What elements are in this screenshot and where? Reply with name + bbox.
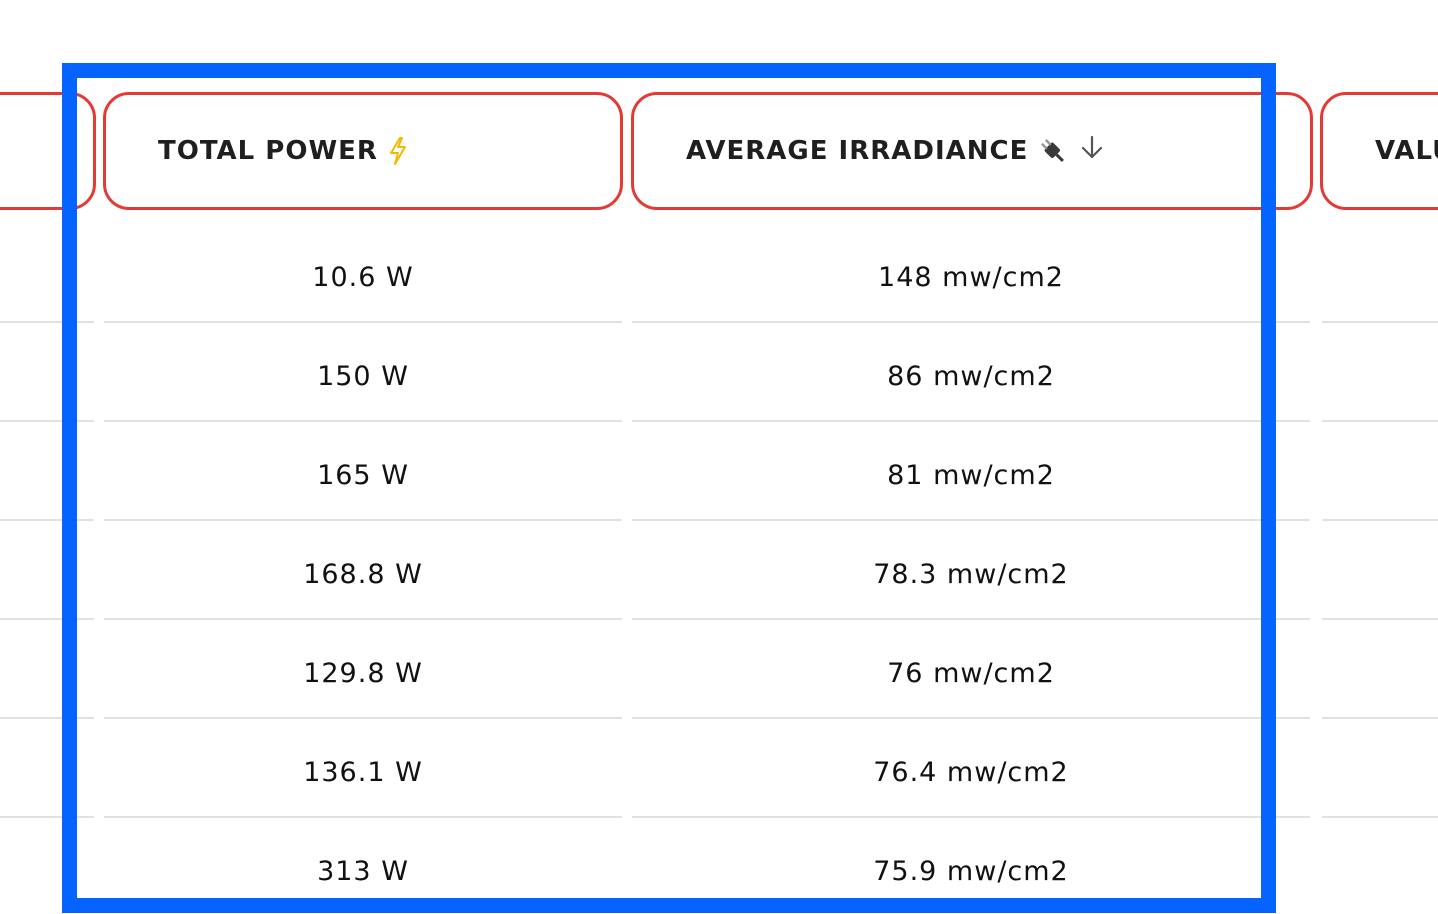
row-divider — [0, 321, 94, 323]
row-divider — [1322, 420, 1438, 422]
row-divider — [1322, 321, 1438, 323]
row-divider — [0, 816, 94, 818]
column-header-total-power[interactable]: TOTAL POWER — [103, 92, 623, 210]
cell-total-power: 168.8 W — [303, 559, 423, 590]
lightning-bolt-icon — [388, 137, 408, 165]
column-header-average-irradiance[interactable]: AVERAGE IRRADIANCE — [631, 92, 1313, 210]
cell-average-irradiance: 76.4 mw/cm2 — [873, 757, 1069, 788]
arrow-down-icon[interactable] — [1080, 135, 1104, 161]
cell-total-power: 165 W — [317, 460, 409, 491]
row-divider — [104, 519, 622, 521]
column-header-value[interactable]: VALU — [1320, 92, 1438, 210]
row-divider — [632, 816, 1310, 818]
row-divider — [0, 717, 94, 719]
column-header-previous[interactable] — [0, 92, 96, 210]
row-divider — [0, 420, 94, 422]
row-divider — [1322, 618, 1438, 620]
row-divider — [1322, 816, 1438, 818]
electric-plug-icon — [1038, 136, 1068, 166]
row-divider — [0, 618, 94, 620]
cell-total-power: 136.1 W — [303, 757, 423, 788]
cell-average-irradiance: 78.3 mw/cm2 — [873, 559, 1069, 590]
cell-average-irradiance: 75.9 mw/cm2 — [873, 856, 1069, 887]
column-header-total-power-label: TOTAL POWER — [158, 136, 378, 166]
row-divider — [632, 618, 1310, 620]
cell-total-power: 313 W — [317, 856, 409, 887]
row-divider — [104, 618, 622, 620]
row-divider — [104, 321, 622, 323]
cell-average-irradiance: 148 mw/cm2 — [878, 262, 1064, 293]
row-divider — [1322, 519, 1438, 521]
row-divider — [1322, 717, 1438, 719]
cell-total-power: 150 W — [317, 361, 409, 392]
cell-average-irradiance: 81 mw/cm2 — [887, 460, 1055, 491]
table-viewport: TOTAL POWER AVERAGE IRRADIANCE VAL 10.6 … — [0, 0, 1438, 914]
cell-total-power: 129.8 W — [303, 658, 423, 689]
column-header-average-irradiance-label: AVERAGE IRRADIANCE — [686, 136, 1029, 166]
cell-average-irradiance: 76 mw/cm2 — [887, 658, 1055, 689]
column-header-value-label: VALU — [1375, 136, 1438, 166]
cell-average-irradiance: 86 mw/cm2 — [887, 361, 1055, 392]
cell-total-power: 10.6 W — [312, 262, 414, 293]
row-divider — [632, 717, 1310, 719]
row-divider — [632, 420, 1310, 422]
row-divider — [632, 321, 1310, 323]
row-divider — [104, 717, 622, 719]
row-divider — [104, 420, 622, 422]
row-divider — [104, 816, 622, 818]
row-divider — [0, 519, 94, 521]
row-divider — [632, 519, 1310, 521]
